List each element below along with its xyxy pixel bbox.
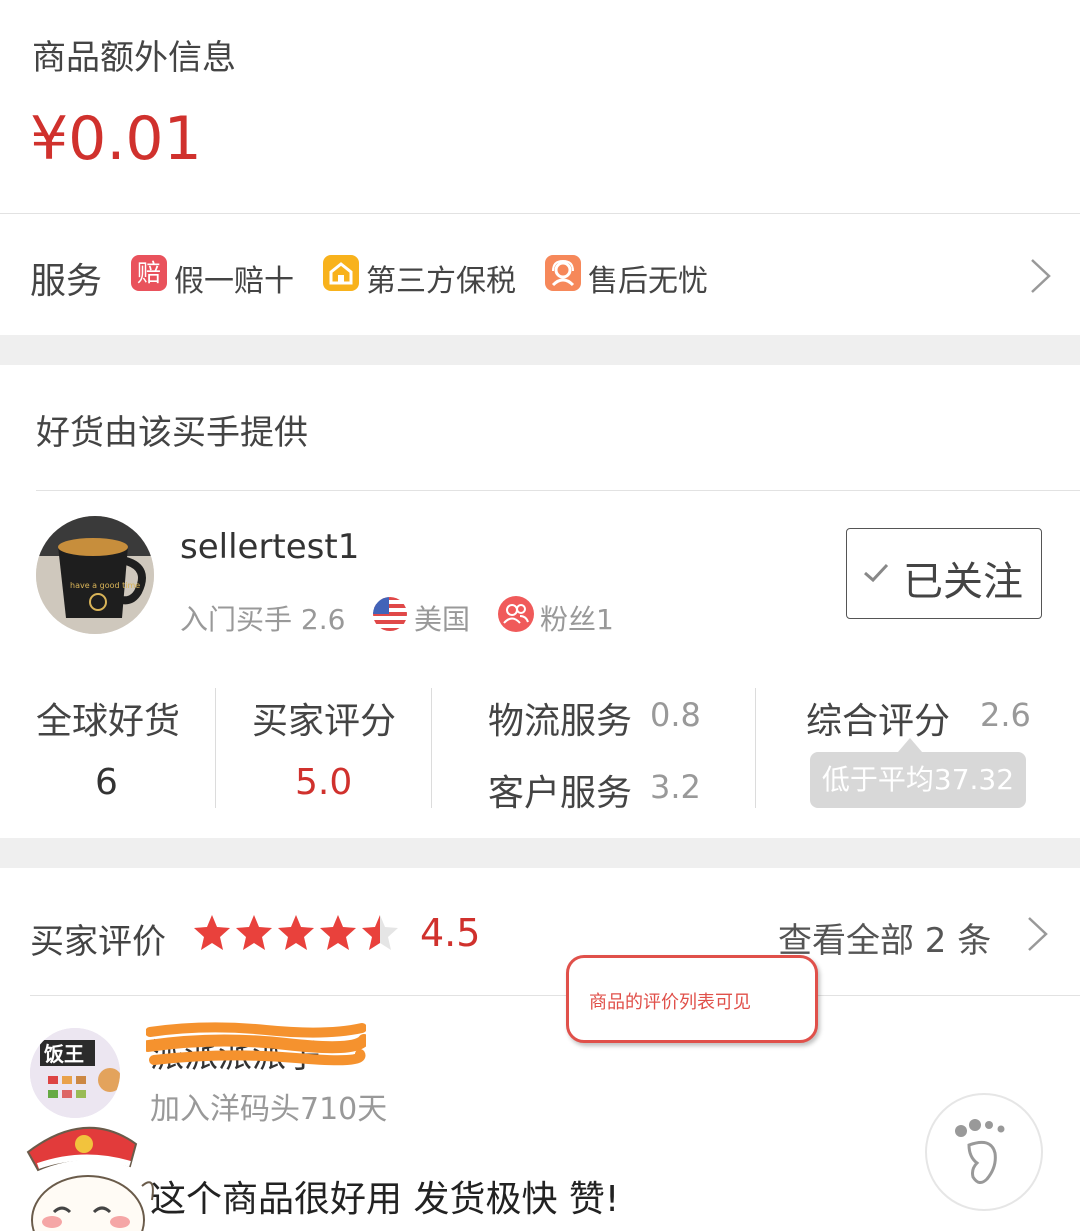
reviews-title: 买家评价 — [30, 922, 166, 962]
reviewer-joined: 加入洋码头710天 — [150, 1092, 388, 1127]
fans-icon — [498, 596, 534, 632]
buyer-score-label: 买家评分 — [252, 701, 397, 742]
logistics-value: 0.8 — [650, 696, 701, 734]
service-item-label: 售后无忧 — [588, 264, 708, 299]
reviewer-avatar[interactable]: 饭王 — [30, 1028, 120, 1118]
section-gap — [0, 838, 1080, 868]
star-icon — [362, 915, 398, 950]
seller-section-title: 好货由该买手提供 — [36, 413, 308, 453]
star-icon — [278, 915, 314, 950]
customer-value: 3.2 — [650, 768, 701, 806]
reviews-header[interactable]: 买家评价 4.5 查看全部 2 条 — [0, 868, 1080, 994]
stats-separator — [755, 688, 756, 808]
footprint-icon — [955, 1119, 1005, 1184]
review-content: 这个商品很好用 发货极快 赞! — [150, 1179, 620, 1220]
annotation-text: 商品的评价列表可见 — [589, 992, 751, 1013]
stats-separator — [215, 688, 216, 808]
service-row[interactable]: 服务 赔 假一赔十 第三方保税 售后无忧 — [0, 214, 1080, 334]
svg-text:have a good time: have a good time — [70, 581, 140, 590]
section-gap — [0, 335, 1080, 365]
global-goods-value: 6 — [95, 762, 118, 803]
annotation-callout: 商品的评价列表可见 — [566, 955, 818, 1043]
buyer-score-value: 5.0 — [295, 762, 353, 803]
us-flag-icon — [373, 597, 407, 631]
divider — [36, 490, 1080, 491]
follow-button[interactable]: 已关注 — [846, 528, 1042, 619]
overall-tooltip-arrow — [898, 738, 922, 752]
bonded-warehouse-icon — [323, 255, 359, 291]
seller-fans: 粉丝1 — [540, 603, 614, 636]
star-icon — [194, 915, 230, 950]
divider — [30, 995, 1080, 996]
customer-label: 客户服务 — [488, 773, 633, 814]
footprint-button[interactable] — [925, 1093, 1043, 1211]
rating-stars — [192, 913, 402, 953]
after-sales-icon — [545, 255, 581, 291]
star-icon — [236, 915, 272, 950]
extra-info-title: 商品额外信息 — [32, 38, 236, 78]
reviews-rating: 4.5 — [420, 911, 481, 955]
overall-tooltip: 低于平均37.32 — [810, 752, 1026, 808]
stats-separator — [431, 688, 432, 808]
redaction-scribble — [146, 1022, 366, 1070]
global-goods-label: 全球好货 — [36, 701, 181, 742]
svg-text:饭王: 饭王 — [44, 1042, 84, 1066]
price: ¥0.01 — [30, 104, 202, 174]
seller-level: 入门买手 2.6 — [180, 603, 346, 636]
service-label: 服务 — [30, 261, 103, 302]
chevron-right-icon — [1031, 259, 1051, 293]
logistics-label: 物流服务 — [488, 701, 633, 742]
overall-label: 综合评分 — [806, 701, 951, 742]
check-icon — [864, 563, 889, 583]
follow-label: 已关注 — [903, 559, 1023, 605]
service-item-label: 假一赔十 — [174, 264, 294, 299]
seller-avatar[interactable]: have a good time — [36, 516, 154, 634]
view-all-reviews[interactable]: 查看全部 2 条 — [778, 913, 991, 962]
compensate-icon: 赔 — [131, 255, 167, 291]
star-icon — [320, 915, 356, 950]
mascot-image — [24, 1108, 164, 1231]
seller-country: 美国 — [414, 603, 471, 636]
chevron-right-icon — [1028, 917, 1048, 951]
service-item-label: 第三方保税 — [366, 264, 516, 299]
seller-name[interactable]: sellertest1 — [180, 527, 359, 567]
overall-value: 2.6 — [980, 696, 1031, 734]
